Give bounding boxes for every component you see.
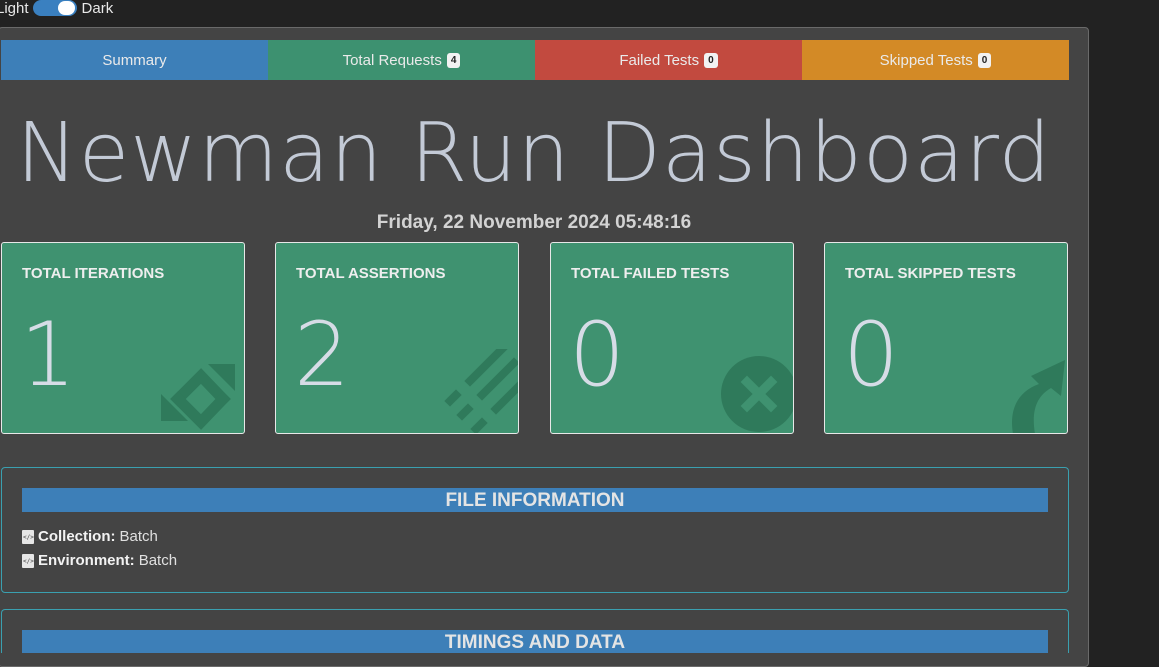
tab-total-requests-badge: 4 — [446, 52, 461, 68]
theme-light-label: Light — [0, 0, 29, 17]
sync-icon — [153, 344, 244, 433]
share-arrow-icon — [1003, 350, 1067, 433]
times-circle-icon — [719, 352, 793, 433]
list-icon — [442, 343, 518, 433]
tab-failed-tests-badge: 0 — [704, 52, 718, 68]
tab-failed-tests[interactable]: Failed Tests 0 — [535, 40, 802, 80]
file-information-section: FILE INFORMATION Collection: Batch Envir… — [1, 467, 1069, 593]
theme-switch[interactable] — [32, 0, 77, 16]
card-total-failed-tests: TOTAL FAILED TESTS 0 — [550, 242, 794, 434]
collection-row: Collection: Batch — [22, 528, 158, 545]
card-value: 2 — [294, 303, 350, 406]
environment-label: Environment: — [38, 552, 135, 569]
run-date: Friday, 22 November 2024 05:48:16 — [376, 212, 692, 233]
collection-label: Collection: — [38, 528, 116, 545]
tab-total-requests-label: Total Requests — [342, 51, 442, 69]
theme-toggle[interactable]: Light Dark — [0, 0, 114, 17]
theme-dark-label: Dark — [81, 0, 114, 17]
tab-summary[interactable]: Summary — [1, 40, 268, 80]
card-total-skipped-tests: TOTAL SKIPPED TESTS 0 — [824, 242, 1068, 434]
file-code-icon — [22, 529, 34, 544]
tab-summary-label: Summary — [102, 51, 167, 69]
card-title: TOTAL ITERATIONS — [22, 265, 165, 282]
page-title: Newman Run Dashboard — [16, 106, 1052, 201]
timings-section: TIMINGS AND DATA — [1, 609, 1069, 653]
theme-switch-knob — [57, 1, 75, 15]
tab-skipped-tests[interactable]: Skipped Tests 0 — [802, 40, 1069, 80]
file-code-icon — [22, 553, 34, 568]
tab-skipped-tests-badge: 0 — [977, 52, 992, 68]
file-information-heading: FILE INFORMATION — [22, 488, 1048, 512]
timings-heading: TIMINGS AND DATA — [22, 630, 1048, 653]
collection-value: Batch — [119, 528, 158, 545]
environment-value: Batch — [138, 552, 178, 569]
tab-bar: Summary Total Requests 4 Failed Tests 0 … — [1, 40, 1069, 80]
card-value: 0 — [843, 303, 899, 406]
tab-skipped-tests-label: Skipped Tests — [879, 51, 973, 69]
tab-total-requests[interactable]: Total Requests 4 — [268, 40, 535, 80]
card-value: 1 — [20, 303, 76, 406]
environment-row: Environment: Batch — [22, 552, 177, 569]
card-total-assertions: TOTAL ASSERTIONS 2 — [275, 242, 519, 434]
card-value: 0 — [569, 303, 625, 406]
card-title: TOTAL ASSERTIONS — [296, 265, 446, 282]
card-title: TOTAL SKIPPED TESTS — [845, 265, 1016, 282]
card-title: TOTAL FAILED TESTS — [571, 265, 730, 282]
tab-failed-tests-label: Failed Tests — [619, 51, 700, 69]
card-total-iterations: TOTAL ITERATIONS 1 — [1, 242, 245, 434]
